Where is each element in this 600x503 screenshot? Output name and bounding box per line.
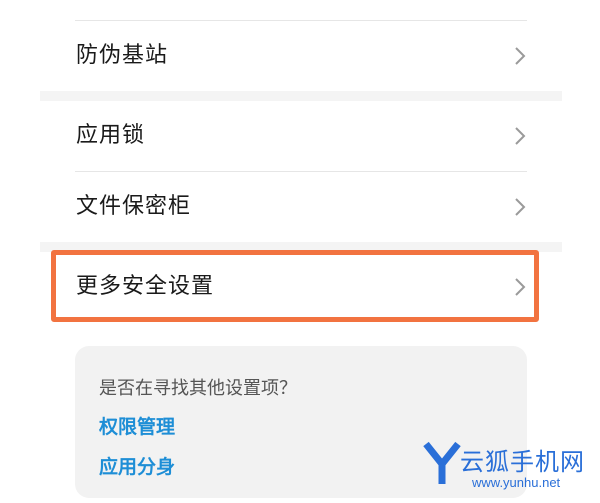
link-app-clone[interactable]: 应用分身 [99,452,175,479]
chevron-right-icon [514,46,526,66]
watermark-title: 云狐手机网 [460,448,585,476]
chevron-right-icon [514,126,526,146]
settings-row-anti-fake-base-station[interactable]: 防伪基站 [40,21,562,91]
yunhu-logo-icon [423,441,461,484]
link-permission-management[interactable]: 权限管理 [99,412,175,439]
section-gap [40,242,562,252]
chevron-right-icon [514,197,526,217]
settings-row-label: 应用锁 [76,123,146,148]
hint-question: 是否在寻找其他设置项？ [99,378,297,399]
settings-row-app-lock[interactable]: 应用锁 [40,101,562,171]
settings-row-more-security-settings[interactable]: 更多安全设置 [40,252,562,322]
settings-row-label: 更多安全设置 [76,274,215,299]
settings-row-label: 防伪基站 [76,43,169,68]
settings-row-file-safe[interactable]: 文件保密柜 [40,172,562,242]
chevron-right-icon [514,277,526,297]
settings-row-label: 文件保密柜 [76,194,192,219]
watermark-url: www.yunhu.net [472,475,561,490]
section-gap [40,91,562,101]
watermark: 云狐手机网 www.yunhu.net [420,441,600,500]
